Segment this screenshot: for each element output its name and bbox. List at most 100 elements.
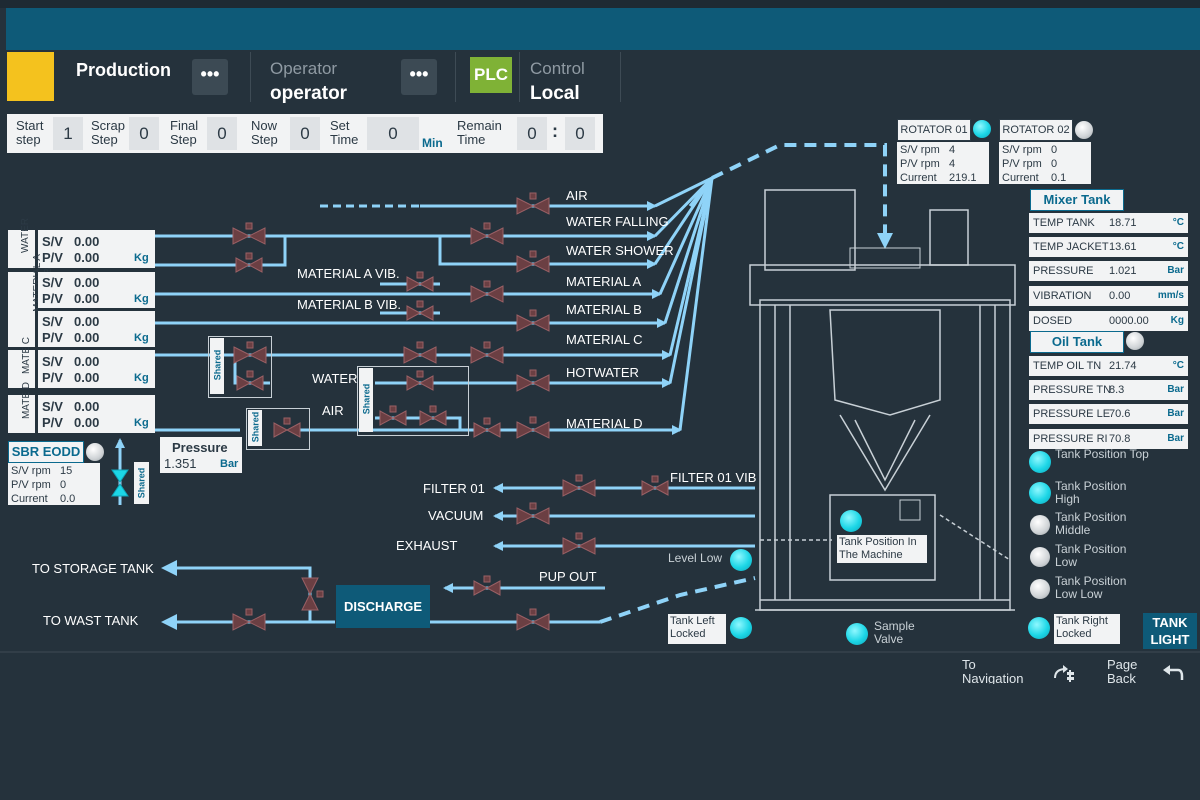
mate-d-side-label: MATE D	[8, 382, 35, 433]
rotator02-title[interactable]: ROTATOR 02	[999, 119, 1073, 141]
row-name: TEMP JACKET	[1033, 241, 1109, 253]
oil-row: PRESSURE TN 8.3 Bar	[1029, 380, 1188, 400]
row-value: 21.74	[1109, 360, 1137, 372]
sv-value: 0.00	[74, 275, 100, 290]
row-unit: Bar	[1167, 265, 1184, 276]
rotator02-panel: S/V rpm 0 P/V rpm 0 Current 0.1	[999, 142, 1091, 184]
rotator02-status-led	[1075, 121, 1093, 139]
material-c-feed-panel: S/V 0.00 P/V 0.00 Kg	[38, 350, 155, 388]
tank-position-top-label: Tank Position Top	[1055, 447, 1149, 461]
tank-left-locked-led	[730, 617, 752, 639]
rotator02-current-label: Current	[1002, 172, 1039, 184]
sample-valve-led[interactable]	[846, 623, 868, 645]
flow-air2-label: AIR	[322, 403, 344, 418]
flow-air-label: AIR	[566, 188, 588, 203]
rotator02-sv-label: S/V rpm	[1002, 144, 1042, 156]
discharge-button[interactable]: DISCHARGE	[336, 585, 430, 628]
flow-hotwater-label: HOTWATER	[566, 365, 639, 380]
navigation-icon[interactable]	[1052, 664, 1076, 684]
sample-valve-label: Sample Valve	[874, 619, 915, 646]
flow-exhaust-label: EXHAUST	[396, 538, 458, 553]
pv-value: 0.00	[74, 415, 100, 430]
flow-water-shower-label: WATER SHOWER	[566, 243, 674, 258]
flow-material-d-label: MATERIAL D	[566, 416, 643, 431]
row-value: 70.8	[1109, 433, 1131, 445]
mixer-row: TEMP TANK 18.71 °C	[1029, 213, 1188, 233]
mixer-row: PRESSURE 1.021 Bar	[1029, 261, 1188, 281]
sv-value: 0.00	[74, 399, 100, 414]
sbr-panel: S/V rpm 15 P/V rpm 0 Current 0.0	[8, 463, 100, 505]
tank-in-machine-label: Tank Position In The Machine	[837, 535, 927, 563]
rotator01-pv-label: P/V rpm	[900, 158, 940, 170]
sv-value: 0.00	[74, 354, 100, 369]
flow-water-falling-label: WATER FALLING	[566, 214, 669, 229]
row-unit: Bar	[1167, 433, 1184, 444]
pv-value: 0.00	[74, 250, 100, 265]
rotator01-title[interactable]: ROTATOR 01	[897, 119, 971, 141]
unit-label: Kg	[134, 252, 149, 264]
tank-position-high-label: Tank Position High	[1055, 479, 1127, 506]
oil-tank-title[interactable]: Oil Tank	[1030, 331, 1124, 353]
row-name: PRESSURE	[1033, 265, 1094, 277]
row-value: 13.61	[1109, 241, 1137, 253]
row-name: PRESSURE RI	[1033, 433, 1108, 445]
shared-tag-hot: Shared	[359, 368, 373, 432]
pressure-label: Pressure	[172, 440, 228, 455]
rotator01-panel: S/V rpm 4 P/V rpm 4 Current 219.1	[897, 142, 989, 184]
rotator02-pv-label: P/V rpm	[1002, 158, 1042, 170]
tank-position-low-led	[1030, 547, 1050, 567]
row-value: 1.021	[1109, 265, 1137, 277]
tank-position-middle-label: Tank Position Middle	[1055, 510, 1127, 537]
flow-material-a-vib-label: MATERIAL A VIB.	[297, 266, 400, 281]
sbr-eodd-title[interactable]: SBR EODD	[8, 441, 84, 463]
sv-label: S/V	[42, 275, 63, 290]
row-name: PRESSURE LE	[1033, 408, 1111, 420]
material-a-feed-panel: S/V 0.00 P/V 0.00 Kg	[38, 272, 155, 308]
tank-right-locked-led	[1028, 617, 1050, 639]
row-value: 0.00	[1109, 290, 1131, 302]
flow-to-storage-label: TO STORAGE TANK	[32, 561, 154, 576]
tank-left-locked-label: Tank Left Locked	[668, 614, 726, 644]
rotator02-sv-value: 0	[1051, 144, 1058, 156]
back-arrow-icon[interactable]	[1162, 664, 1184, 684]
rotator01-current-label: Current	[900, 172, 937, 184]
flow-to-waste-label: TO WAST TANK	[43, 613, 139, 628]
sbr-status-led	[86, 443, 104, 461]
flow-material-b-vib-label: MATERIAL B VIB.	[297, 297, 402, 312]
sbr-pv-label: P/V rpm	[11, 479, 51, 491]
sbr-pv-value: 0	[60, 479, 67, 491]
pressure-panel: Pressure 1.351 Bar	[160, 437, 242, 473]
page-back-button[interactable]: Page Back	[1107, 658, 1157, 684]
tank-in-machine-led	[840, 510, 862, 532]
row-name: DOSED	[1033, 315, 1073, 327]
tank-position-lowlow-led	[1030, 579, 1050, 599]
rotator01-pv-value: 4	[949, 158, 956, 170]
shared-group-hot	[357, 366, 469, 436]
flow-vacuum-label: VACUUM	[428, 508, 484, 523]
pv-label: P/V	[42, 330, 63, 345]
to-navigation-button[interactable]: To Navigation	[962, 658, 1034, 684]
oil-row: PRESSURE LE 70.6 Bar	[1029, 404, 1188, 424]
pv-label: P/V	[42, 370, 63, 385]
sv-label: S/V	[42, 399, 63, 414]
material-b-feed-panel: S/V 0.00 P/V 0.00 Kg	[38, 311, 155, 347]
row-name: TEMP TANK	[1033, 217, 1095, 229]
rotator01-current-value: 219.1	[949, 172, 977, 184]
mixer-row: VIBRATION 0.00 mm/s	[1029, 286, 1188, 306]
unit-label: Kg	[134, 293, 149, 305]
material-ab-side-label: MATERIAL A AND B	[8, 254, 54, 347]
row-unit: mm/s	[1157, 290, 1184, 301]
flow-pup-out-label: PUP OUT	[539, 569, 597, 584]
unit-label: Kg	[134, 332, 149, 344]
tank-light-button[interactable]: TANK LIGHT	[1143, 613, 1197, 649]
mixer-tank-title[interactable]: Mixer Tank	[1030, 189, 1124, 211]
sv-label: S/V	[42, 314, 63, 329]
tank-position-lowlow-label: Tank Position Low Low	[1055, 574, 1127, 601]
sbr-current-label: Current	[11, 493, 48, 505]
sv-value: 0.00	[74, 234, 100, 249]
water-side-label: WATER	[8, 218, 35, 268]
row-value: 18.71	[1109, 217, 1137, 229]
sv-label: S/V	[42, 354, 63, 369]
row-name: PRESSURE TN	[1033, 384, 1112, 396]
row-unit: Bar	[1167, 384, 1184, 395]
